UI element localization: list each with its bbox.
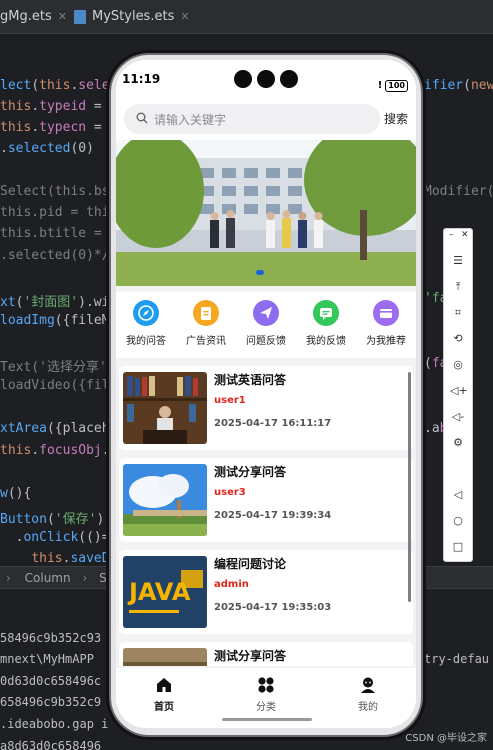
search-button[interactable]: 搜索 (384, 110, 408, 127)
post-title: 测试分享问答 (214, 649, 287, 663)
phone-screen: 11:19 ! 100 请输入关键字 搜索 我的问答 广告资讯 问题反馈 我的反… (116, 60, 416, 728)
chat-bubble-icon (313, 300, 339, 326)
tab-label: 我的 (358, 702, 378, 713)
minimize-icon[interactable]: – (449, 230, 454, 240)
menu-icon[interactable]: ☰ (450, 253, 466, 269)
file-icon (74, 9, 86, 24)
tab-category[interactable]: 分类 (236, 676, 296, 713)
close-icon[interactable]: ✕ (461, 230, 469, 240)
post-time: 2025-04-17 19:39:34 (214, 510, 332, 521)
status-bar: 11:19 ! 100 (116, 60, 416, 96)
recent-apps-icon[interactable]: □ (450, 539, 466, 555)
category-label: 为我推荐 (366, 336, 406, 347)
crop-icon[interactable]: ⌗ (450, 305, 466, 321)
close-icon[interactable]: ✕ (58, 10, 67, 23)
clipboard-icon (193, 300, 219, 326)
rotate-icon[interactable]: ⟲ (450, 331, 466, 347)
banner-image (116, 140, 416, 286)
post-card[interactable]: 测试分享问答 user3 2025-04-17 19:39:34 (119, 458, 413, 542)
search-input[interactable]: 请输入关键字 (124, 104, 380, 134)
search-icon (136, 112, 148, 124)
post-card[interactable]: 测试英语问答 user1 2025-04-17 16:11:17 (119, 366, 413, 450)
camera-dot (280, 70, 298, 88)
tab-label: 首页 (154, 702, 174, 713)
post-author: user1 (214, 395, 246, 406)
battery-indicator: ! 100 (378, 73, 408, 92)
watermark: CSDN @毕设之家 (405, 733, 487, 744)
editor-tab-bar: gMg.ets ✕ MyStyles.ets ✕ (0, 0, 493, 34)
post-time: 2025-04-17 16:11:17 (214, 418, 332, 429)
volume-down-icon[interactable]: ◁- (450, 409, 466, 425)
upload-icon[interactable]: ⤒ (450, 279, 466, 295)
grid-icon (257, 676, 275, 694)
search-placeholder: 请输入关键字 (154, 113, 227, 127)
emulator-toolbar: – ✕ ☰ ⤒ ⌗ ⟲ ◎ ◁+ ◁- ⚙ ◁ ○ □ (443, 228, 473, 562)
post-card[interactable]: 测试分享问答 (119, 642, 413, 666)
carousel-indicator[interactable] (256, 270, 264, 275)
post-thumbnail (123, 464, 207, 536)
camera-dot (257, 70, 275, 88)
breadcrumb-item[interactable]: Column (25, 571, 71, 585)
category-label: 广告资讯 (186, 336, 226, 347)
clock: 11:19 (122, 72, 161, 86)
editor-tab[interactable]: gMg.ets ✕ (0, 0, 67, 34)
settings-icon[interactable]: ⚙ (450, 435, 466, 451)
alert-icon: ! (377, 80, 383, 91)
category-grid: 我的问答 广告资讯 问题反馈 我的反馈 为我推荐 (116, 292, 416, 358)
list-scrollbar[interactable] (408, 372, 411, 602)
close-icon[interactable]: ✕ (180, 10, 189, 23)
card-icon (373, 300, 399, 326)
category-label: 我的反馈 (306, 336, 346, 347)
editor-tab[interactable]: MyStyles.ets ✕ (74, 0, 190, 34)
post-title: 测试分享问答 (214, 465, 287, 479)
compass-icon (133, 300, 159, 326)
post-card[interactable]: JAVA 编程问题讨论 admin 2025-04-17 19:35:03 (119, 550, 413, 634)
battery-icon: 100 (385, 80, 408, 92)
tab-home[interactable]: 首页 (134, 676, 194, 713)
post-title: 测试英语问答 (214, 373, 287, 387)
post-author: user3 (214, 487, 246, 498)
search-bar: 请输入关键字 搜索 (116, 96, 416, 140)
home-icon (155, 676, 173, 694)
category-item[interactable]: 问题反馈 (238, 300, 294, 347)
location-icon[interactable]: ◎ (450, 357, 466, 373)
post-title: 编程问题讨论 (214, 557, 287, 571)
post-thumbnail (123, 372, 207, 444)
home-indicator[interactable] (222, 718, 312, 721)
post-thumbnail: JAVA (123, 556, 207, 628)
category-item[interactable]: 我的反馈 (298, 300, 354, 347)
category-item[interactable]: 为我推荐 (358, 300, 414, 347)
category-item[interactable]: 广告资讯 (178, 300, 234, 347)
volume-up-icon[interactable]: ◁+ (450, 383, 468, 399)
post-author: admin (214, 579, 249, 590)
toolbar-header: – ✕ (444, 229, 472, 243)
back-icon[interactable]: ◁ (450, 487, 466, 503)
paper-plane-icon (253, 300, 279, 326)
home-circle-icon[interactable]: ○ (450, 513, 466, 529)
category-label: 问题反馈 (246, 336, 286, 347)
post-time: 2025-04-17 19:35:03 (214, 602, 332, 613)
editor-tab-label: gMg.ets (0, 9, 52, 24)
category-item[interactable]: 我的问答 (118, 300, 174, 347)
tab-mine[interactable]: 我的 (338, 676, 398, 713)
post-list[interactable]: 测试英语问答 user1 2025-04-17 16:11:17 测试分享问答 … (116, 366, 416, 666)
category-label: 我的问答 (126, 336, 166, 347)
user-icon (359, 676, 377, 694)
tab-label: 分类 (256, 702, 276, 713)
camera-dot (234, 70, 252, 88)
editor-tab-label: MyStyles.ets (92, 9, 175, 24)
banner-carousel[interactable] (116, 140, 416, 286)
post-thumbnail (123, 648, 207, 666)
